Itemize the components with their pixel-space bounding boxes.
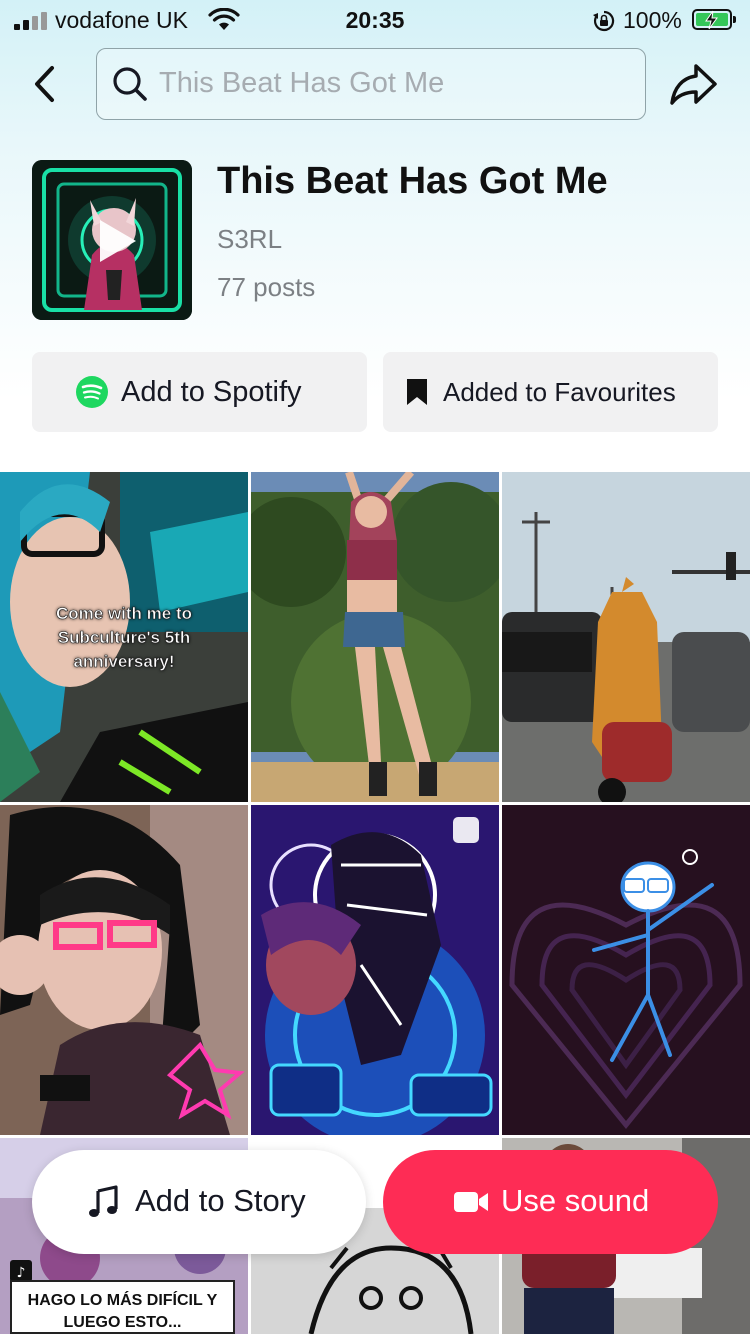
favourites-label: Added to Favourites bbox=[443, 376, 676, 407]
use-sound-button[interactable]: Use sound bbox=[383, 1150, 718, 1254]
add-to-spotify-label: Add to Spotify bbox=[121, 375, 302, 408]
video-thumbnail[interactable] bbox=[251, 472, 499, 802]
back-button[interactable] bbox=[28, 62, 62, 106]
share-button[interactable] bbox=[668, 60, 720, 110]
battery-percentage: 100% bbox=[623, 7, 682, 33]
use-sound-label: Use sound bbox=[501, 1183, 650, 1218]
add-to-story-button[interactable]: Add to Story bbox=[32, 1150, 366, 1254]
song-artist[interactable]: S3RL bbox=[217, 224, 282, 255]
bookmark-icon bbox=[407, 379, 427, 405]
video-caption-box: HAGO LO MÁS DIFÍCIL Y LUEGO ESTO... bbox=[10, 1280, 235, 1334]
battery-icon bbox=[692, 9, 736, 30]
search-input[interactable]: This Beat Has Got Me bbox=[96, 48, 646, 120]
video-thumbnail[interactable]: Come with me to Subculture's 5th anniver… bbox=[0, 472, 248, 802]
search-icon bbox=[113, 67, 147, 101]
video-camera-icon bbox=[454, 1192, 488, 1212]
video-thumbnail[interactable] bbox=[0, 805, 248, 1135]
song-cover[interactable] bbox=[32, 160, 192, 320]
play-icon bbox=[100, 220, 136, 262]
video-thumbnail[interactable] bbox=[502, 472, 750, 802]
song-title: This Beat Has Got Me bbox=[217, 160, 608, 202]
post-count: 77 posts bbox=[217, 272, 316, 302]
status-bar: vodafone UK 20:35 100% bbox=[0, 0, 750, 40]
share-arrow-icon bbox=[670, 64, 717, 105]
video-thumbnail[interactable] bbox=[502, 805, 750, 1135]
spotify-icon bbox=[76, 376, 108, 408]
video-thumbnail[interactable] bbox=[251, 805, 499, 1135]
music-note-icon bbox=[89, 1185, 118, 1217]
orientation-lock-icon bbox=[593, 10, 615, 32]
add-to-spotify-button[interactable]: Add to Spotify bbox=[32, 352, 367, 432]
video-caption: HAGO LO MÁS DIFÍCIL Y LUEGO ESTO... bbox=[27, 1292, 218, 1331]
favourites-button[interactable]: Added to Favourites bbox=[383, 352, 718, 432]
video-caption: Come with me to Subculture's 5th anniver… bbox=[55, 604, 193, 672]
svg-text:♪: ♪ bbox=[17, 1265, 26, 1281]
chevron-left-icon bbox=[35, 66, 54, 102]
search-query: This Beat Has Got Me bbox=[159, 67, 445, 99]
add-to-story-label: Add to Story bbox=[135, 1183, 306, 1218]
